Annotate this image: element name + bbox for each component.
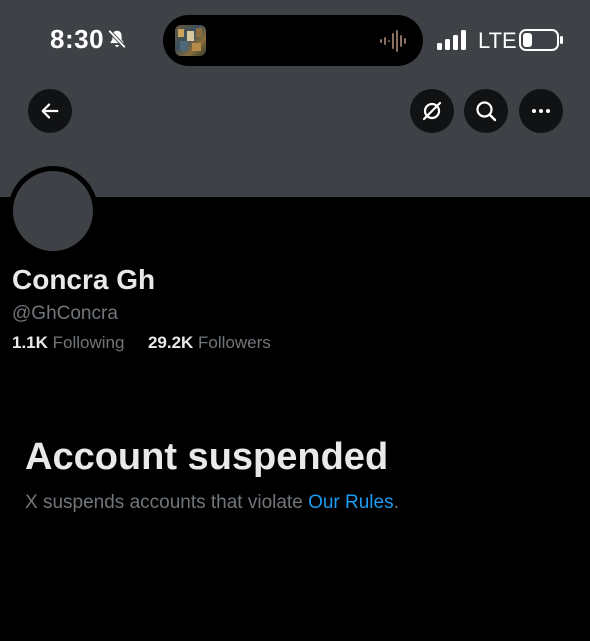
- grok-button[interactable]: [410, 89, 454, 133]
- battery-icon: [519, 29, 563, 51]
- bell-slash-icon: [107, 29, 127, 49]
- signal-icon: [437, 30, 466, 50]
- status-bar: 8:30 LTE: [0, 0, 590, 80]
- status-time: 8:30: [50, 24, 105, 54]
- suspended-heading: Account suspended: [25, 436, 389, 478]
- grok-icon: [422, 101, 442, 121]
- back-button[interactable]: [28, 89, 72, 133]
- display-name: Concra Gh: [12, 264, 156, 295]
- network-type: LTE: [478, 28, 517, 53]
- search-icon: [476, 101, 497, 122]
- search-button[interactable]: [464, 89, 508, 133]
- avatar-placeholder: [13, 171, 93, 251]
- more-icon: [532, 109, 550, 113]
- now-playing-artwork: [175, 25, 206, 56]
- avatar[interactable]: [8, 166, 98, 256]
- followers-count: 29.2K: [147, 333, 194, 352]
- suspended-message-text: X suspends accounts that violate: [25, 492, 309, 513]
- arrow-left-icon: [41, 103, 59, 119]
- following-count: 1.1K: [12, 333, 48, 352]
- more-options-button[interactable]: [519, 89, 563, 133]
- audio-waveform-icon: [380, 30, 406, 52]
- dynamic-island[interactable]: [163, 15, 423, 66]
- follow-stats: 1.1K Following 29.2K Followers: [12, 333, 271, 353]
- suspended-message-end: .: [393, 492, 399, 513]
- followers-link[interactable]: 29.2K Followers: [148, 333, 271, 352]
- following-link[interactable]: 1.1K Following: [12, 333, 129, 352]
- our-rules-link[interactable]: Our Rules: [308, 492, 394, 513]
- suspended-message: X suspends accounts that violate Our Rul…: [25, 492, 399, 514]
- user-handle: @GhConcra: [12, 303, 118, 324]
- profile-screen: 8:30 LTE Concra Gh @GhConcra 1.1K Follow…: [0, 0, 590, 641]
- following-label: Following: [52, 333, 125, 352]
- followers-label: Followers: [198, 333, 271, 352]
